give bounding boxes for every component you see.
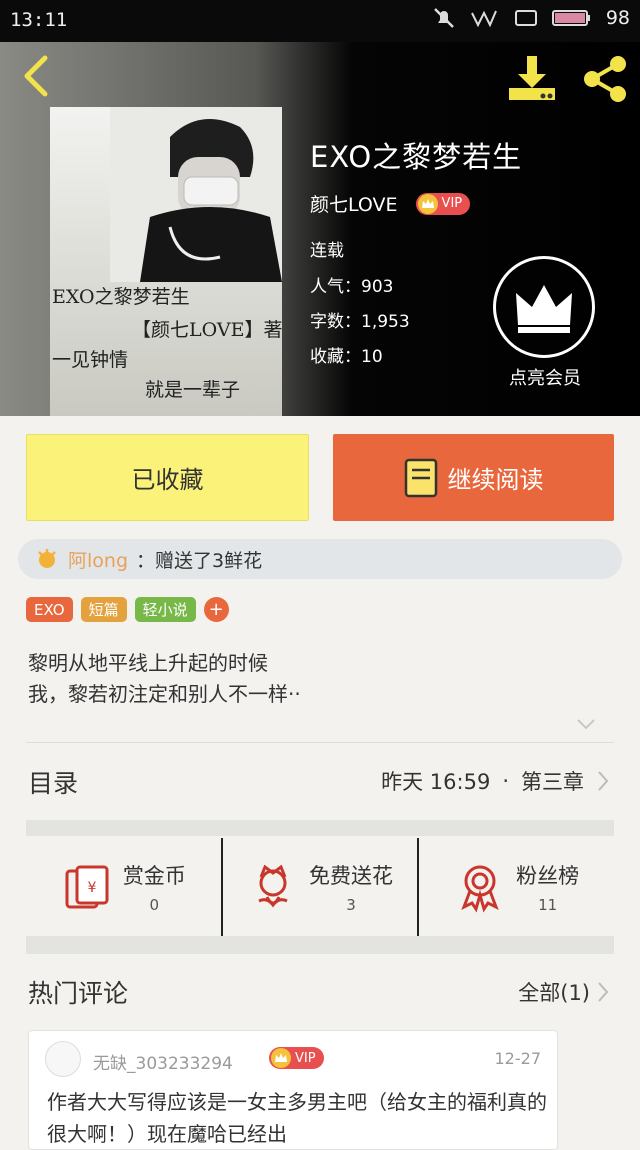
free-flowers-value: 3: [346, 896, 356, 914]
chevron-down-icon[interactable]: [574, 712, 598, 736]
red-envelope-icon: ¥: [65, 865, 109, 909]
reward-coins-value: 0: [149, 896, 160, 914]
crown-icon: [271, 1048, 291, 1068]
divider: [26, 742, 614, 743]
battery-icon: [551, 10, 590, 26]
section-spacer: [26, 936, 614, 954]
status-bar: 13:11 98: [0, 0, 640, 42]
flower-icon: [258, 864, 288, 908]
hot-comments-title: 热门评论: [28, 979, 129, 1008]
member-label: 点亮会员: [509, 368, 581, 389]
reward-coins[interactable]: ¥ 赏金币 0: [26, 838, 221, 936]
gift-notice[interactable]: 阿long ：赠送了3鲜花: [18, 539, 622, 579]
gift-giver: 阿long: [68, 549, 129, 572]
author-name[interactable]: 颜七LOVE: [310, 190, 398, 217]
fan-ranking-label: 粉丝榜: [516, 864, 580, 888]
continue-reading-button[interactable]: 继续阅读: [333, 434, 614, 521]
cover-tagline-1: 一见钟情: [52, 349, 129, 371]
download-icon: [509, 56, 555, 100]
collected-label: 已收藏: [131, 466, 204, 494]
all-comments-label: 全部(1): [518, 981, 590, 1005]
book-title: EXO之黎梦若生: [310, 140, 523, 174]
reward-stats: ¥ 赏金币 0 免费送花 3 粉丝榜 11: [26, 838, 614, 936]
toc-separator: ·: [502, 769, 509, 793]
chevron-right-icon: [598, 771, 609, 791]
section-spacer: [26, 820, 614, 836]
comment-date: 12-27: [494, 1049, 542, 1068]
crown-icon: [516, 285, 572, 333]
comment-username[interactable]: 无缺_303233294: [93, 1049, 233, 1074]
toc-latest-chapter: 第三章: [521, 770, 584, 794]
share-button[interactable]: [580, 52, 630, 106]
author-row: 颜七LOVE VIP: [310, 190, 471, 217]
book-status: 连载: [310, 241, 344, 261]
book-favorites: 收藏：10: [310, 347, 383, 367]
collected-button[interactable]: 已收藏: [26, 434, 309, 521]
book-word-count: 字数：1,953: [310, 312, 410, 332]
screen-icon: [514, 10, 537, 26]
back-arrow-icon: [24, 55, 48, 97]
book-header: EXO之黎梦若生 【颜七LOVE】著 一见钟情 就是一辈子 EXO之黎梦若生 颜…: [0, 42, 640, 416]
svg-text:¥: ¥: [87, 880, 96, 896]
description-line: 黎明从地平线上升起的时候: [28, 651, 268, 675]
toc-latest-link[interactable]: 昨天 16:59 · 第三章: [381, 766, 610, 796]
cover-tagline-2: 就是一辈子: [145, 379, 241, 401]
crown-icon: [417, 193, 438, 214]
flower-icon: [38, 549, 56, 568]
vip-label: VIP: [295, 1050, 316, 1066]
free-flowers-text: 免费送花 3: [309, 860, 393, 914]
vip-label: VIP: [441, 196, 463, 211]
download-button[interactable]: [505, 52, 559, 106]
vip-badge: VIP: [269, 1047, 324, 1069]
continue-label: 继续阅读: [447, 466, 544, 494]
all-comments-link[interactable]: 全部(1): [518, 977, 610, 1007]
gift-message: ：赠送了3鲜花: [136, 549, 263, 572]
share-icon: [584, 56, 626, 102]
signal-icon: [470, 10, 497, 28]
cover-figure-image: [110, 107, 282, 282]
tag-list: EXO 短篇 轻小说 +: [26, 597, 229, 622]
cover-title-text: EXO之黎梦若生: [52, 286, 190, 308]
book-description: 黎明从地平线上升起的时候 我，黎若初注定和别人不一样··: [28, 648, 301, 710]
comment-card[interactable]: 无缺_303233294 VIP 12-27 作者大大写得应该是一女主多男主吧（…: [28, 1030, 558, 1150]
book-popularity: 人气：903: [310, 277, 394, 297]
tag-short[interactable]: 短篇: [80, 597, 127, 622]
free-flowers[interactable]: 免费送花 3: [220, 838, 418, 936]
toc-title: 目录: [28, 769, 79, 798]
member-button[interactable]: [493, 256, 595, 358]
mute-icon: [433, 8, 454, 28]
comment-text: 作者大大写得应该是一女主多男主吧（给女主的福利真的很大啊！）现在魔哈已经出: [47, 1090, 547, 1146]
avatar[interactable]: [45, 1041, 81, 1077]
reward-coins-text: 赏金币 0: [123, 860, 186, 914]
back-button[interactable]: [14, 54, 58, 98]
fan-ranking-value: 11: [538, 896, 558, 914]
book-icon: [404, 458, 437, 497]
add-tag-button[interactable]: +: [203, 597, 229, 622]
fan-ranking[interactable]: 粉丝榜 11: [417, 838, 614, 936]
free-flowers-label: 免费送花: [309, 864, 393, 888]
fan-ranking-text: 粉丝榜 11: [516, 860, 579, 914]
reward-coins-label: 赏金币: [122, 864, 186, 888]
status-time: 13:11: [10, 9, 68, 31]
medal-icon: [461, 865, 499, 913]
battery-level: 98: [605, 7, 630, 29]
tag-light-novel[interactable]: 轻小说: [134, 597, 196, 622]
vip-badge: VIP: [415, 192, 471, 215]
description-line: 我，黎若初注定和别人不一样··: [28, 682, 301, 706]
status-icons: 98: [432, 6, 630, 30]
tag-exo[interactable]: EXO: [26, 597, 73, 622]
book-cover[interactable]: EXO之黎梦若生 【颜七LOVE】著 一见钟情 就是一辈子: [50, 107, 282, 416]
chevron-right-icon: [598, 982, 609, 1002]
toc-updated-time: 昨天 16:59: [381, 770, 491, 794]
cover-author-text: 【颜七LOVE】著: [132, 319, 282, 341]
